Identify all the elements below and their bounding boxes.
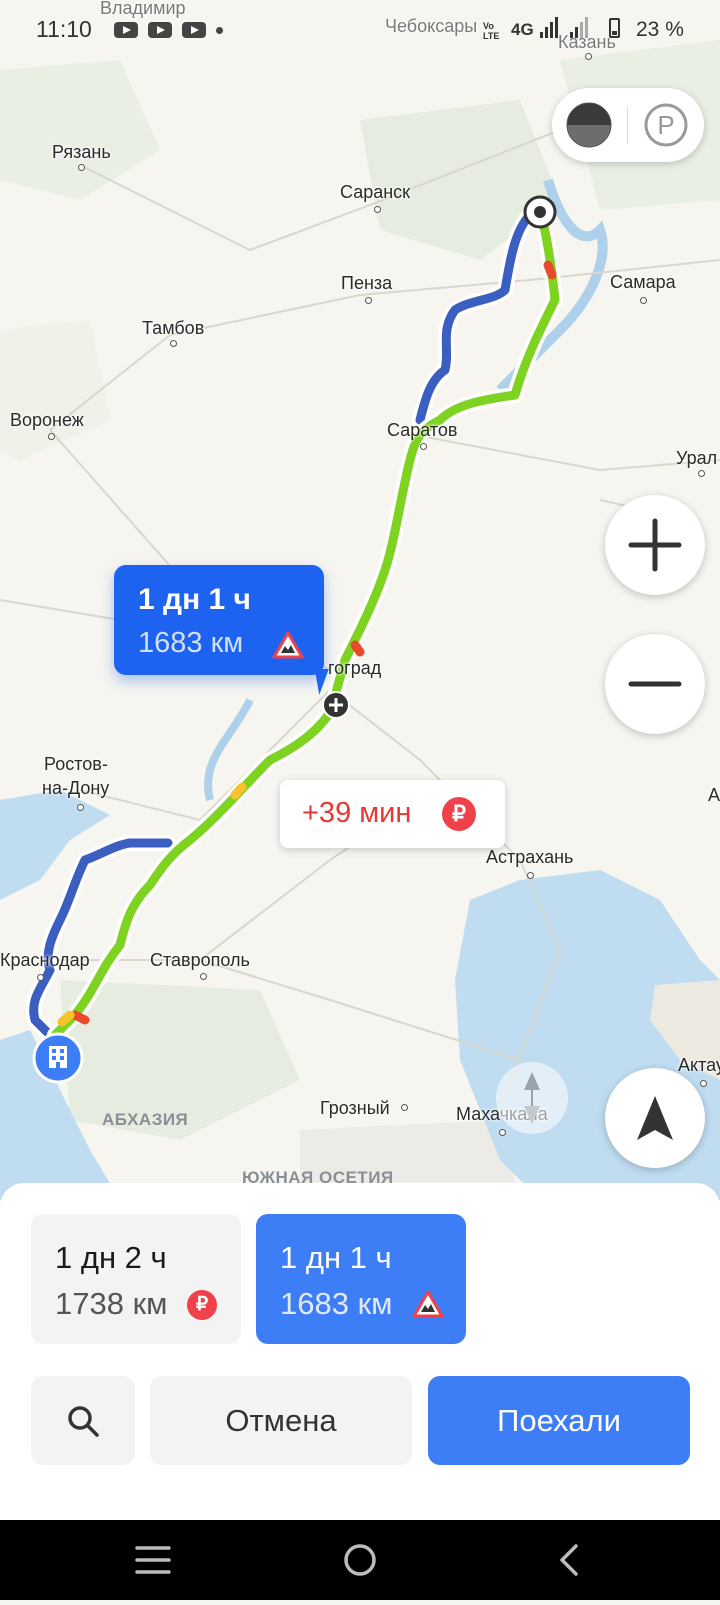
- my-location-button[interactable]: [605, 1068, 705, 1168]
- city-label: Ростов-: [44, 754, 108, 774]
- minus-icon: [628, 681, 682, 687]
- city-label: Тамбов: [142, 318, 205, 338]
- city-dot: [37, 974, 44, 981]
- start-navigation-button[interactable]: Поехали: [428, 1376, 690, 1465]
- city-label: Ставрополь: [150, 950, 250, 970]
- route-callout-distance: 1683 км: [138, 627, 244, 659]
- city-dot: [420, 443, 427, 450]
- network-type: 4G: [511, 20, 534, 39]
- city-dot: [48, 433, 55, 440]
- youtube-notification-icon: [114, 22, 138, 38]
- traffic-layer-button[interactable]: [564, 100, 614, 150]
- toll-road-icon: ₽: [442, 797, 476, 831]
- signal-icon: [540, 16, 560, 38]
- route-option-distance: 1738 км: [55, 1286, 168, 1321]
- pill-divider: [627, 106, 628, 144]
- nav-buttons: [135, 1544, 578, 1576]
- alt-route-delay-callout[interactable]: +39 мин ₽: [280, 780, 505, 848]
- status-bar: 11:10 Vo LTE 4G 23 %: [0, 0, 720, 60]
- city-dot: [527, 872, 534, 879]
- route-option-distance: 1683 км: [280, 1286, 393, 1321]
- youtube-notification-icon: [182, 22, 206, 38]
- route-option-card[interactable]: 1 дн 2 ч 1738 км ₽: [31, 1214, 241, 1344]
- city-dot: [401, 1104, 408, 1111]
- route-options-panel: 1 дн 2 ч 1738 км ₽ 1 дн 1 ч 1683 км Отме…: [0, 1183, 720, 1520]
- route-option-card-selected[interactable]: 1 дн 1 ч 1683 км: [256, 1214, 466, 1344]
- city-label: Воронеж: [10, 410, 84, 430]
- city-label: Грозный: [320, 1098, 390, 1118]
- city-label: Астрахань: [486, 847, 574, 867]
- toll-road-icon: ₽: [187, 1290, 217, 1320]
- route-option-time: 1 дн 2 ч: [55, 1240, 167, 1275]
- route-option-time: 1 дн 1 ч: [280, 1240, 392, 1275]
- map-layers-pill: P: [552, 88, 704, 162]
- rough-road-icon: [272, 631, 304, 659]
- compass-icon: [524, 1072, 540, 1124]
- navigation-arrow-icon: [637, 1096, 673, 1140]
- city-dot: [698, 470, 705, 477]
- city-dot: [200, 973, 207, 980]
- cancel-button[interactable]: Отмена: [150, 1376, 412, 1465]
- menu-icon[interactable]: [135, 1546, 171, 1574]
- rough-road-icon: [412, 1290, 444, 1318]
- svg-text:P: P: [657, 110, 674, 140]
- route-callout-time: 1 дн 1 ч: [138, 583, 251, 616]
- zoom-in-button[interactable]: [605, 495, 705, 595]
- zoom-out-button[interactable]: [605, 634, 705, 734]
- city-dot: [365, 297, 372, 304]
- city-label: Саранск: [340, 182, 411, 202]
- city-label: Пенза: [341, 273, 393, 293]
- home-icon[interactable]: [344, 1544, 376, 1576]
- destination-marker[interactable]: [32, 1032, 84, 1084]
- compass-button[interactable]: [496, 1062, 568, 1134]
- delay-text: +39 мин: [302, 797, 412, 829]
- city-label: на-Дону: [42, 778, 110, 798]
- signal-icon: [570, 16, 590, 38]
- battery-percent: 23 %: [636, 18, 684, 41]
- city-label: А: [708, 785, 720, 805]
- volte-icon: Vo LTE: [483, 21, 500, 41]
- search-icon: [68, 1405, 99, 1437]
- city-label: Рязань: [52, 142, 111, 162]
- city-label: гоград: [328, 658, 382, 678]
- city-label: Краснодар: [0, 950, 90, 970]
- parking-icon: P: [644, 103, 688, 147]
- add-waypoint-marker[interactable]: [322, 691, 350, 719]
- back-icon[interactable]: [560, 1544, 578, 1576]
- traffic-icon: [566, 102, 612, 148]
- route-start-marker[interactable]: [523, 195, 557, 229]
- map-view[interactable]: Владимир Чебоксары Казань Рязань Саранск…: [0, 0, 720, 1200]
- battery-icon: [609, 18, 620, 38]
- youtube-notification-icon: [148, 22, 172, 38]
- system-navigation-bar: [0, 1520, 720, 1600]
- city-label: Самара: [610, 272, 676, 292]
- search-along-route-button[interactable]: [31, 1376, 135, 1465]
- city-dot: [374, 206, 381, 213]
- map-canvas: [0, 0, 720, 1200]
- plus-icon: [628, 518, 682, 572]
- city-dot: [78, 164, 85, 171]
- status-time: 11:10: [36, 16, 92, 42]
- city-label: Саратов: [387, 420, 458, 440]
- more-notifications-icon: [216, 27, 223, 34]
- parking-layer-button[interactable]: P: [641, 100, 691, 150]
- selected-route-callout[interactable]: 1 дн 1 ч 1683 км: [114, 565, 329, 695]
- city-dot: [640, 297, 647, 304]
- region-label: АБХАЗИЯ: [102, 1110, 189, 1129]
- city-dot: [170, 340, 177, 347]
- city-label: Урал: [676, 448, 718, 468]
- city-dot: [77, 804, 84, 811]
